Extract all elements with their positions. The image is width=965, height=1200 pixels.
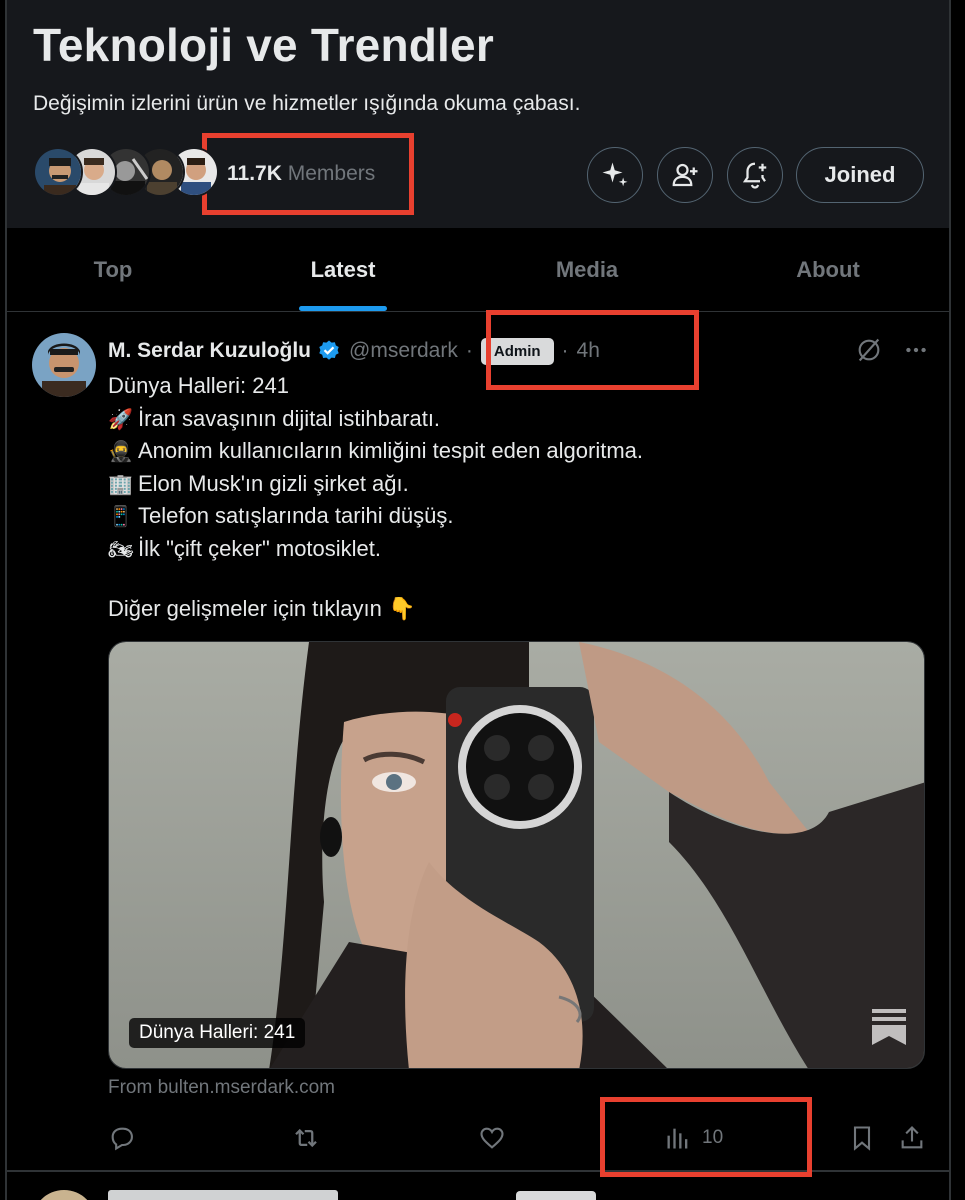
post-line: 🏍 İlk "çift çeker" motosiklet. <box>108 533 928 566</box>
sparkle-icon <box>602 162 628 187</box>
separator-dot: · <box>465 339 473 362</box>
post-line: 🥷 Anonim kullanıcıların kimliğini tespit … <box>108 435 928 468</box>
post-divider <box>7 1170 949 1172</box>
post-author-name[interactable]: M. Serdar Kuzuloğlu <box>108 339 311 363</box>
post-line-text: Telefon satışlarında tarihi düşüş. <box>138 503 454 528</box>
add-person-icon <box>672 163 698 187</box>
post-top-icons <box>855 336 929 369</box>
bookmark-button[interactable] <box>848 1120 876 1156</box>
heart-icon <box>480 1127 504 1149</box>
post-timestamp[interactable]: 4h <box>577 339 600 363</box>
reply-icon <box>111 1127 133 1151</box>
substack-icon <box>872 1009 906 1050</box>
link-source[interactable]: From bulten.mserdark.com <box>108 1077 335 1099</box>
post-line: 🏢 Elon Musk'ın gizli şirket ağı. <box>108 468 928 501</box>
mobile-phone-icon: 📱 <box>108 506 133 528</box>
post-line: Dünya Halleri: 241 <box>108 370 928 403</box>
notifications-button[interactable] <box>727 147 783 203</box>
joined-button[interactable]: Joined <box>796 147 924 203</box>
members-count-value: 11.7K <box>227 162 282 185</box>
like-button[interactable] <box>478 1120 506 1156</box>
media-caption: Dünya Halleri: 241 <box>129 1018 306 1048</box>
admin-badge: Admin <box>480 337 554 365</box>
members-count-label: Members <box>287 162 376 185</box>
post-header: M. Serdar Kuzuloğlu @mserdark · Admin · … <box>108 336 600 366</box>
post-line-text: İran savaşının dijital istihbaratı. <box>138 405 441 431</box>
share-icon <box>901 1126 923 1149</box>
phone-photo <box>109 642 924 1068</box>
tab-about[interactable]: About <box>707 228 949 312</box>
office-building-icon: 🏢 <box>108 473 133 496</box>
tab-top[interactable]: Top <box>7 228 219 312</box>
grok-icon[interactable] <box>855 336 883 369</box>
community-description: Değişimin izlerini ürün ve hizmetler ışı… <box>33 92 581 115</box>
rocket-icon: 🚀 <box>108 408 133 431</box>
post-author-handle[interactable]: @mserdark <box>349 339 458 363</box>
views-button[interactable]: 10 <box>664 1120 723 1156</box>
tab-media[interactable]: Media <box>467 228 707 312</box>
views-chart-icon <box>667 1128 688 1149</box>
views-count: 10 <box>702 1127 724 1148</box>
post-line: 📱 Telefon satışlarında tarihi düşüş. <box>108 500 928 533</box>
invite-member-button[interactable] <box>657 147 713 203</box>
repost-button[interactable] <box>291 1120 321 1156</box>
verified-badge-icon <box>317 339 341 363</box>
post-line-text: Elon Musk'ın gizli şirket ağı. <box>138 470 409 496</box>
frame-border-right <box>949 0 951 1200</box>
member-avatars[interactable] <box>33 147 219 201</box>
post-line-text: Anonim kullanıcıların kimliğini tespit e… <box>138 438 644 463</box>
next-post-badge <box>516 1191 596 1200</box>
next-post-author[interactable] <box>108 1190 338 1200</box>
separator-dot: · <box>561 339 569 362</box>
more-options-icon[interactable] <box>903 337 929 368</box>
community-tabs: Top Latest Media About <box>7 228 949 312</box>
member-avatar <box>33 147 83 197</box>
bell-plus-icon <box>742 162 767 189</box>
motorcycle-icon: 🏍 <box>108 538 134 561</box>
post-line: 🚀 İran savaşının dijital istihbaratı. <box>108 403 928 436</box>
bookmark-icon <box>853 1126 871 1151</box>
community-header: Teknoloji ve Trendler Değişimin izlerini… <box>7 0 949 228</box>
community-title: Teknoloji ve Trendler <box>33 19 494 71</box>
post-text: Dünya Halleri: 241 🚀 İran savaşının dijit… <box>108 370 928 626</box>
post-cta: Diğer gelişmeler için tıklayın 👇 <box>108 596 416 621</box>
post-line-text: Dünya Halleri: 241 <box>108 373 289 398</box>
ninja-icon: 🥷 <box>108 441 133 463</box>
active-tab-indicator <box>299 306 387 311</box>
members-count[interactable]: 11.7K Members <box>227 162 375 186</box>
share-button[interactable] <box>898 1120 926 1156</box>
post-author-avatar[interactable] <box>32 333 96 397</box>
reply-button[interactable] <box>108 1120 136 1156</box>
sparkle-button[interactable] <box>587 147 643 203</box>
repost-icon <box>295 1128 317 1148</box>
post-line-text: İlk "çift çeker" motosiklet. <box>138 535 382 561</box>
tab-latest[interactable]: Latest <box>219 228 467 312</box>
link-card-image[interactable]: Dünya Halleri: 241 <box>108 641 925 1069</box>
post-action-bar: 10 <box>108 1120 925 1156</box>
